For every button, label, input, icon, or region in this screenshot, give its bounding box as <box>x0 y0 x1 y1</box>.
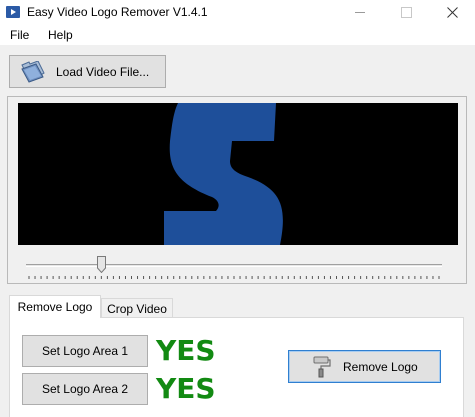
folder-open-icon <box>21 60 45 83</box>
menu-bar: File Help <box>0 25 475 45</box>
remove-logo-label: Remove Logo <box>343 359 418 374</box>
close-button[interactable] <box>429 0 475 25</box>
set-logo-area-1-button[interactable]: Set Logo Area 1 <box>22 335 148 367</box>
load-video-label: Load Video File... <box>56 64 150 79</box>
close-icon <box>446 7 458 18</box>
video-preview-group <box>7 96 467 284</box>
set-logo-area-2-button[interactable]: Set Logo Area 2 <box>22 373 148 405</box>
video-frame-image <box>18 103 458 245</box>
client-area: Load Video File... Remove Logo Crop Vide… <box>0 45 475 417</box>
video-preview <box>18 103 458 245</box>
tab-remove-logo[interactable]: Remove Logo <box>9 295 101 318</box>
seek-slider-thumb[interactable] <box>96 256 106 273</box>
remove-logo-button[interactable]: Remove Logo <box>288 350 441 383</box>
maximize-button[interactable] <box>383 0 429 25</box>
window-title: Easy Video Logo Remover V1.4.1 <box>27 5 208 19</box>
app-video-icon <box>6 6 20 18</box>
minimize-button[interactable] <box>337 0 383 25</box>
tab-crop-video[interactable]: Crop Video <box>101 298 173 318</box>
menu-help[interactable]: Help <box>48 28 73 42</box>
menu-file[interactable]: File <box>10 28 29 42</box>
logo-area-2-status: YES <box>156 372 216 405</box>
title-bar: Easy Video Logo Remover V1.4.1 <box>0 0 475 25</box>
seek-slider-track[interactable] <box>26 264 442 267</box>
logo-area-1-status: YES <box>156 334 216 367</box>
paint-roller-icon <box>313 356 331 377</box>
load-video-button[interactable]: Load Video File... <box>9 55 166 88</box>
seek-slider-ticks <box>28 276 440 279</box>
